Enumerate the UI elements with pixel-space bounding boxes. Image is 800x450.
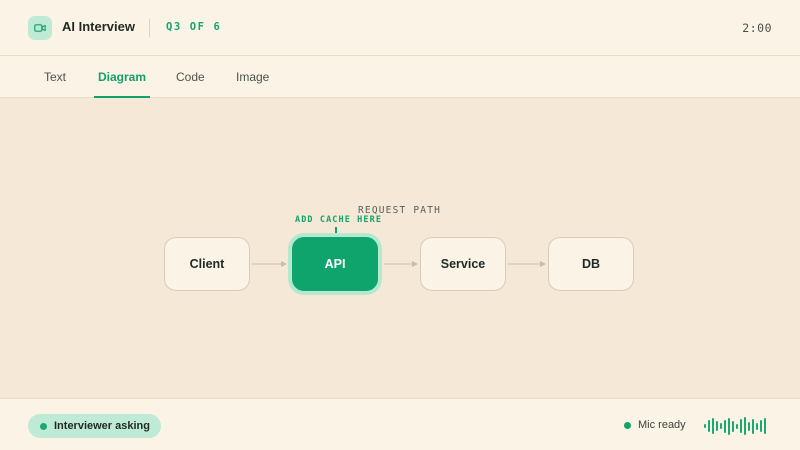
status-dot [40,422,47,430]
node-db[interactable]: DB [548,237,634,291]
audio-waveform-icon [704,416,774,436]
node-service[interactable]: Service [420,237,506,291]
footer-bar: Interviewer asking Mic ready [0,398,800,450]
annotation-pointer [335,227,337,235]
node-api[interactable]: API [292,237,378,291]
video-camera-icon [28,16,52,40]
timer: 2:00 [742,21,772,35]
diagram-edges [252,261,546,267]
header-bar: AI Interview Q3 OF 6 2:00 [0,0,800,56]
mic-label: Mic ready [638,419,686,431]
diagram-canvas[interactable]: REQUEST PATH ADD CACHE HERE Client API S… [0,98,800,398]
interviewer-status-badge: Interviewer asking [28,414,161,438]
mic-status: Mic ready [624,419,686,431]
tab-diagram[interactable]: Diagram [93,56,151,98]
tab-text[interactable]: Text [44,56,66,98]
cache-annotation: ADD CACHE HERE [295,215,383,225]
status-label: Interviewer asking [54,420,150,432]
tab-bar: Text Diagram Code Image [0,56,800,98]
app-title: AI Interview [62,19,135,34]
mic-dot [624,421,631,429]
question-counter: Q3 OF 6 [166,21,222,33]
node-client[interactable]: Client [164,237,250,291]
tab-code[interactable]: Code [176,56,205,98]
tab-image[interactable]: Image [236,56,269,98]
header-divider [149,19,150,37]
